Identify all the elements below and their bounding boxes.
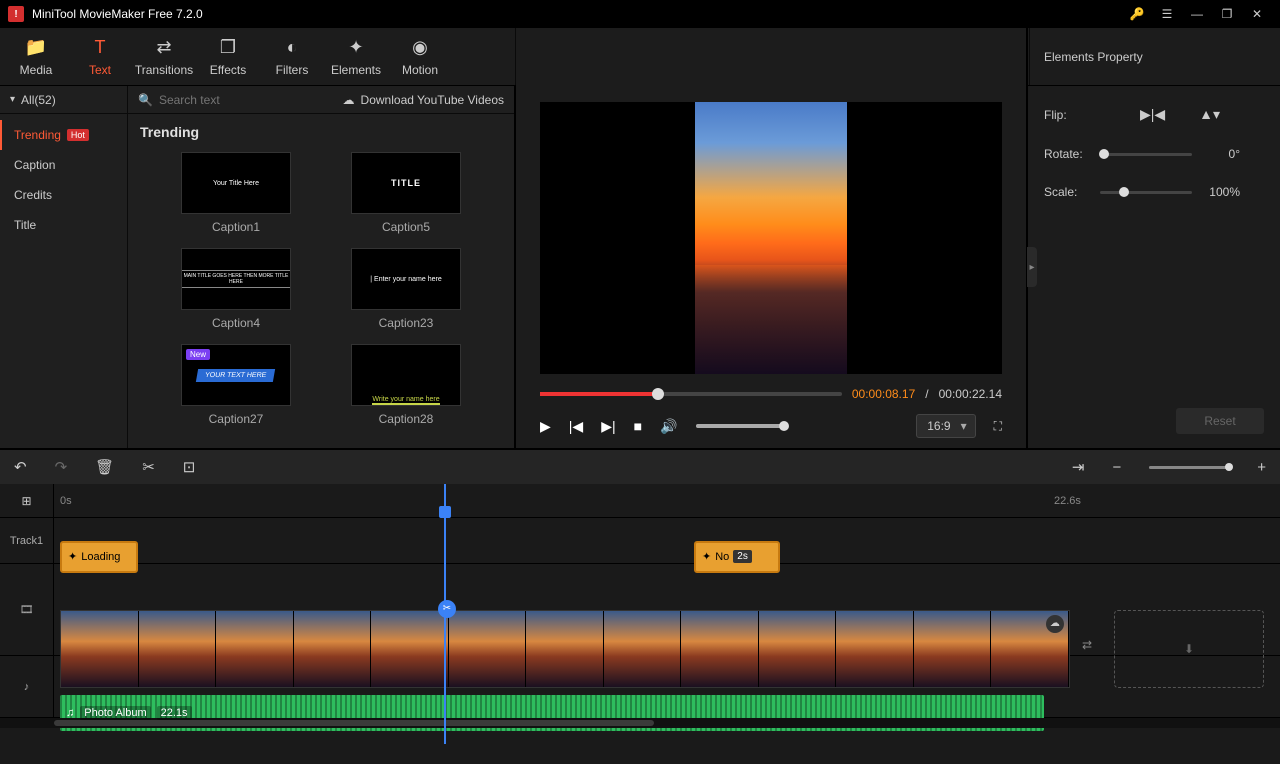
- aspect-ratio-select[interactable]: 16:9: [916, 414, 975, 438]
- flip-horizontal-button[interactable]: ▶|◀: [1140, 106, 1165, 123]
- scale-value: 100%: [1204, 185, 1240, 199]
- time-current: 00:00:08.17: [852, 387, 915, 401]
- music-icon: ♫: [66, 707, 74, 719]
- collapse-panel-button[interactable]: ▸: [1027, 247, 1037, 287]
- tab-text[interactable]: TText: [68, 34, 132, 79]
- timeline-ruler[interactable]: 0s 22.6s: [54, 484, 1280, 517]
- text-template-item[interactable]: NewYOUR TEXT HERE Caption27: [161, 344, 311, 426]
- stop-button[interactable]: ■: [634, 418, 642, 434]
- swap-icon[interactable]: ⇄: [1082, 638, 1092, 652]
- time-total: 00:00:22.14: [939, 387, 1002, 401]
- section-title: Trending: [140, 124, 502, 140]
- tab-motion[interactable]: ◉Motion: [388, 34, 452, 79]
- app-title: MiniTool MovieMaker Free 7.2.0: [32, 7, 203, 21]
- cloud-download-icon: ☁: [343, 93, 355, 107]
- search-icon: 🔍: [138, 93, 153, 107]
- redo-button[interactable]: ↷: [55, 458, 68, 476]
- rotate-slider[interactable]: [1100, 153, 1192, 156]
- key-icon[interactable]: 🔑: [1122, 0, 1152, 28]
- video-track-icon: 🎞: [20, 603, 34, 616]
- minimize-button[interactable]: —: [1182, 0, 1212, 28]
- audio-track-icon: ♪: [24, 681, 30, 693]
- undo-button[interactable]: ↶: [14, 458, 27, 476]
- snap-button[interactable]: ⇥: [1072, 458, 1085, 476]
- drop-zone[interactable]: ⬇: [1114, 610, 1264, 688]
- text-template-item[interactable]: Your Title Here Caption1: [161, 152, 311, 234]
- text-template-item[interactable]: | Enter your name here Caption23: [331, 248, 481, 330]
- category-credits[interactable]: Credits: [0, 180, 127, 210]
- volume-slider[interactable]: [696, 424, 784, 428]
- track-label: Track1: [0, 518, 54, 563]
- crop-button[interactable]: ⊡: [183, 458, 196, 476]
- new-badge: New: [186, 349, 210, 360]
- cloud-icon: ☁: [1046, 615, 1064, 633]
- category-title[interactable]: Title: [0, 210, 127, 240]
- tab-filters[interactable]: ◐Filters: [260, 34, 324, 79]
- maximize-button[interactable]: ❐: [1212, 0, 1242, 28]
- play-button[interactable]: ▶: [540, 418, 551, 435]
- zoom-in-button[interactable]: +: [1257, 459, 1266, 476]
- split-button[interactable]: ✂: [142, 458, 155, 476]
- volume-icon[interactable]: 🔊: [660, 418, 677, 435]
- seek-slider[interactable]: [540, 392, 842, 396]
- prev-frame-button[interactable]: |◀: [569, 418, 583, 435]
- flip-vertical-button[interactable]: ▲▾: [1199, 106, 1220, 123]
- tab-transitions[interactable]: ⇄Transitions: [132, 34, 196, 79]
- delete-button[interactable]: 🗑: [95, 458, 114, 476]
- text-template-item[interactable]: TITLE Caption5: [331, 152, 481, 234]
- cut-marker[interactable]: ✂: [438, 600, 456, 618]
- properties-title: Elements Property: [1030, 28, 1280, 85]
- category-trending[interactable]: TrendingHot: [0, 120, 127, 150]
- zoom-out-button[interactable]: −: [1112, 459, 1121, 476]
- tab-effects[interactable]: ❐Effects: [196, 34, 260, 79]
- text-clip[interactable]: ✦Loading: [60, 541, 138, 573]
- next-frame-button[interactable]: ▶|: [601, 418, 615, 435]
- text-template-item[interactable]: MAIN TITLE GOES HERE THEN MORE TITLE HER…: [161, 248, 311, 330]
- tab-media[interactable]: 📁Media: [4, 34, 68, 79]
- scale-slider[interactable]: [1100, 191, 1192, 194]
- close-button[interactable]: ✕: [1242, 0, 1272, 28]
- text-clip[interactable]: ✦No2s: [694, 541, 780, 573]
- sparkle-icon: ✦: [68, 550, 77, 563]
- tab-elements[interactable]: ✦Elements: [324, 34, 388, 79]
- text-template-item[interactable]: Write your name here Caption28: [331, 344, 481, 426]
- menu-icon[interactable]: ☰: [1152, 0, 1182, 28]
- download-videos-link[interactable]: ☁Download YouTube Videos: [343, 93, 514, 107]
- app-logo: !: [8, 6, 24, 22]
- search-input[interactable]: [159, 93, 279, 107]
- hot-badge: Hot: [67, 129, 89, 141]
- sparkle-icon: ✦: [702, 550, 711, 563]
- timeline-scrollbar[interactable]: [0, 718, 1280, 728]
- zoom-slider[interactable]: [1149, 466, 1229, 469]
- rotate-value: 0°: [1204, 147, 1240, 161]
- add-track-button[interactable]: ⊞: [21, 494, 31, 508]
- video-clip[interactable]: ☁: [60, 610, 1070, 688]
- fullscreen-button[interactable]: ⛶: [994, 419, 1002, 434]
- category-caption[interactable]: Caption: [0, 150, 127, 180]
- video-preview[interactable]: [540, 102, 1002, 374]
- all-dropdown[interactable]: ▾All(52): [0, 86, 128, 114]
- reset-button[interactable]: Reset: [1176, 408, 1264, 434]
